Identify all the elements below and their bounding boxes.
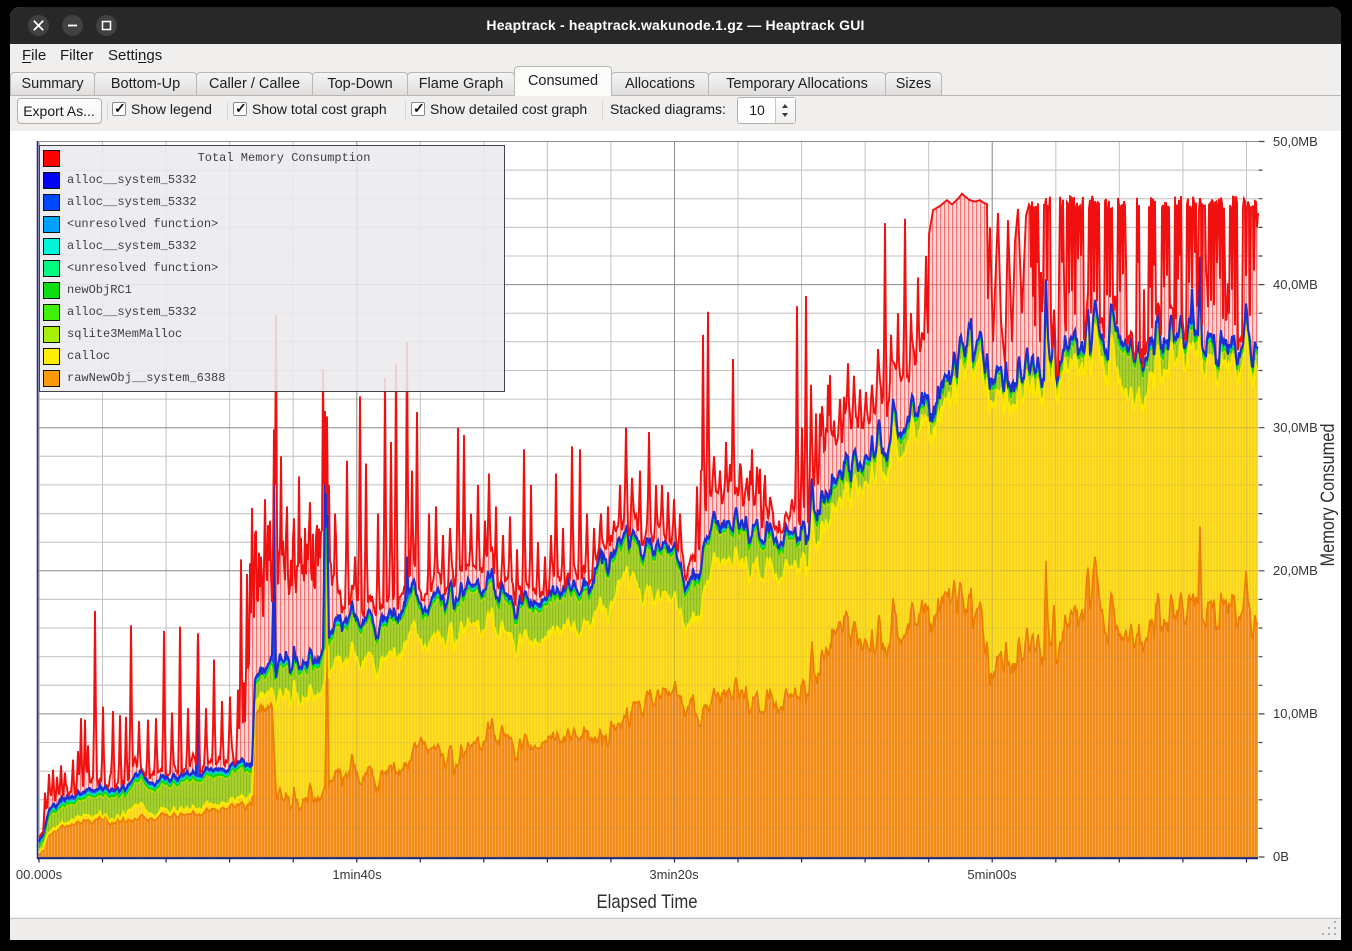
svg-text:Elapsed Time: Elapsed Time [597, 891, 698, 913]
svg-text:Memory Consumed: Memory Consumed [1317, 424, 1339, 567]
